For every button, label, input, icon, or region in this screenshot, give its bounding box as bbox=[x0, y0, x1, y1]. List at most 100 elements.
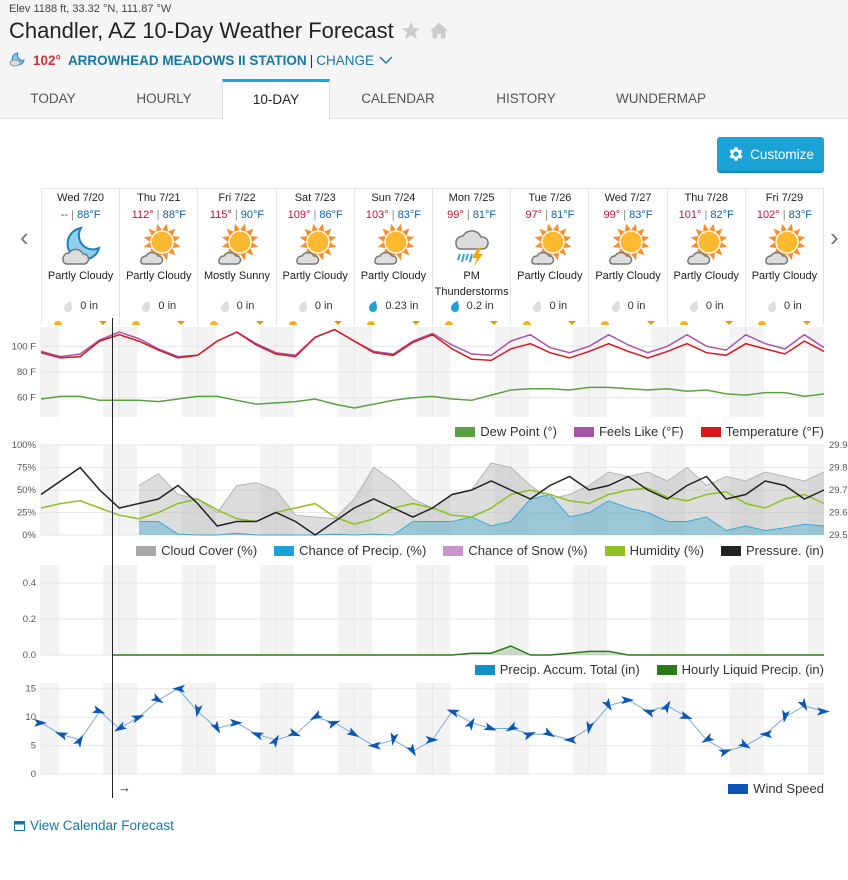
forecast-day-card[interactable]: Thu 7/21 112° | 88°F Partly Cloudy 0 in bbox=[119, 189, 197, 325]
customize-button[interactable]: Customize bbox=[717, 137, 824, 173]
card-day: Sat 7/23 bbox=[294, 192, 336, 204]
card-temps: 112° | 88°F bbox=[120, 209, 197, 221]
raindrop-icon bbox=[220, 300, 237, 312]
y2-tick-label: 29.6 bbox=[829, 508, 848, 519]
partly-cloudy-icon bbox=[277, 224, 354, 268]
legend-chance-precip[interactable]: Chance of Precip. (%) bbox=[274, 543, 426, 558]
condition-text: Partly Cloudy bbox=[673, 270, 739, 282]
y-tick-label: 25% bbox=[17, 508, 37, 519]
night-band bbox=[729, 683, 746, 774]
night-cloud-icon bbox=[9, 51, 27, 70]
legend-humidity[interactable]: Humidity (%) bbox=[604, 543, 704, 558]
legend-precip-accum[interactable]: Precip. Accum. Total (in) bbox=[474, 662, 640, 677]
forecast-day-card[interactable]: Sat 7/23 109° | 86°F Partly Cloudy 0 in bbox=[275, 189, 354, 325]
legend-cloud-cover[interactable]: Cloud Cover (%) bbox=[136, 543, 257, 558]
partly-cloudy-icon bbox=[198, 224, 275, 268]
conditions-legend: Cloud Cover (%) Chance of Precip. (%) Ch… bbox=[119, 543, 824, 558]
forecast-day-card[interactable]: Wed 7/20 -- | 88°F Partly Cloudy 0 in bbox=[41, 189, 119, 325]
card-temps: 103° | 83°F bbox=[355, 209, 432, 221]
y-tick-label: 5 bbox=[31, 741, 36, 752]
separator: | bbox=[309, 53, 314, 68]
station-name[interactable]: ARROWHEAD MEADOWS II STATION bbox=[68, 53, 307, 68]
star-icon[interactable] bbox=[400, 20, 422, 42]
legend-dew-point[interactable]: Dew Point (°) bbox=[455, 424, 557, 439]
precip-label: 0 in bbox=[627, 300, 646, 312]
night-band bbox=[651, 565, 668, 655]
legend-temperature[interactable]: Temperature (°F) bbox=[700, 424, 824, 439]
high-temp: 109° bbox=[287, 209, 311, 221]
legend-label: Temperature (°F) bbox=[725, 424, 824, 439]
card-day: Mon 7/25 bbox=[448, 192, 495, 204]
tab-history[interactable]: HISTORY bbox=[466, 79, 586, 119]
calendar-link-label: View Calendar Forecast bbox=[30, 818, 174, 833]
tab-today[interactable]: TODAY bbox=[0, 79, 106, 119]
card-day: Tue 7/26 bbox=[528, 192, 572, 204]
wind-direction-arrow bbox=[464, 717, 475, 731]
forecast-day-card[interactable]: Mon 7/25 99° | 81°F PM Thunderstorms 0.2… bbox=[432, 189, 510, 325]
night-band bbox=[808, 683, 824, 774]
view-calendar-forecast-link[interactable]: View Calendar Forecast bbox=[14, 818, 174, 833]
precip-amount: 0 in bbox=[42, 300, 119, 312]
y-tick-label: 80 F bbox=[17, 367, 36, 378]
card-temps: 99° | 83°F bbox=[589, 209, 666, 221]
legend-pressure[interactable]: Pressure. (in) bbox=[720, 543, 824, 558]
legend-wind-speed[interactable]: Wind Speed bbox=[728, 781, 824, 796]
legend-label: Wind Speed bbox=[753, 781, 824, 796]
raindrop-icon bbox=[368, 300, 385, 312]
low-temp: 88°F bbox=[77, 209, 101, 221]
high-temp: 102° bbox=[756, 209, 780, 221]
change-station-link[interactable]: CHANGE bbox=[316, 53, 374, 68]
next-arrow-icon[interactable]: › bbox=[830, 222, 839, 252]
precip-label: 0 in bbox=[784, 300, 802, 312]
swatch bbox=[136, 545, 157, 556]
night-band bbox=[338, 683, 355, 774]
card-temps: 115° | 90°F bbox=[198, 209, 275, 221]
legend-hourly-liquid[interactable]: Hourly Liquid Precip. (in) bbox=[656, 662, 824, 677]
night-band bbox=[667, 683, 686, 774]
card-temps: 101° | 82°F bbox=[668, 209, 745, 221]
card-day: Sun 7/24 bbox=[371, 192, 416, 204]
night-band bbox=[494, 565, 511, 655]
legend-feels-like[interactable]: Feels Like (°F) bbox=[573, 424, 684, 439]
precip-label: 0.23 in bbox=[385, 300, 419, 312]
night-band bbox=[181, 683, 198, 774]
legend-label: Chance of Precip. (%) bbox=[299, 543, 427, 558]
y-tick-label: 100 F bbox=[12, 341, 36, 352]
tab-bar: TODAY HOURLY 10-DAY CALENDAR HISTORY WUN… bbox=[0, 79, 848, 120]
tab-wundermap[interactable]: WUNDERMAP bbox=[586, 79, 736, 119]
forecast-cards: Wed 7/20 -- | 88°F Partly Cloudy 0 in Th… bbox=[41, 188, 825, 325]
low-temp: 86°F bbox=[319, 209, 343, 221]
night-band bbox=[651, 683, 668, 774]
high-temp: 101° bbox=[678, 209, 702, 221]
forecast-day-card[interactable]: Fri 7/29 102° | 83°F Partly Cloudy 0 in bbox=[744, 189, 825, 325]
legend-label: Precip. Accum. Total (in) bbox=[499, 662, 640, 677]
charts-area: 100 F 80 F 60 F Dew Point (°) Feels Like (… bbox=[0, 325, 848, 805]
condition-text: Mostly Sunny bbox=[203, 270, 271, 282]
night-band bbox=[259, 683, 276, 774]
chevron-down-icon[interactable] bbox=[379, 56, 393, 65]
card-day: Thu 7/28 bbox=[684, 192, 728, 204]
legend-label: Pressure. (in) bbox=[745, 543, 824, 558]
y-tick-label: 0 bbox=[31, 769, 36, 780]
night-band bbox=[197, 565, 216, 655]
night-band bbox=[275, 683, 294, 774]
forecast-day-card[interactable]: Thu 7/28 101° | 82°F Partly Cloudy 0 in bbox=[666, 189, 745, 325]
forecast-day-card[interactable]: Sun 7/24 103° | 83°F Partly Cloudy 0.23 … bbox=[353, 189, 432, 325]
night-band bbox=[354, 565, 373, 655]
legend-chance-snow[interactable]: Chance of Snow (%) bbox=[443, 543, 588, 558]
forecast-day-card[interactable]: Fri 7/22 115° | 90°F Mostly Sunny 0 in bbox=[197, 189, 275, 325]
night-band bbox=[589, 683, 608, 774]
tab-calendar[interactable]: CALENDAR bbox=[330, 79, 466, 119]
home-icon[interactable] bbox=[428, 20, 450, 42]
raindrop-icon bbox=[767, 300, 784, 312]
tab-hourly[interactable]: HOURLY bbox=[106, 79, 222, 119]
forecast-day-card[interactable]: Wed 7/27 99° | 83°F Partly Cloudy 0 in bbox=[588, 189, 666, 325]
precip-label: 0 in bbox=[80, 300, 98, 312]
condition-text: Partly Cloudy bbox=[751, 270, 818, 282]
condition-text: PM Thunderstorms bbox=[434, 270, 509, 298]
legend-label: Feels Like (°F) bbox=[598, 424, 684, 439]
prev-arrow-icon[interactable]: ‹ bbox=[20, 222, 29, 252]
tab-10-day[interactable]: 10-DAY bbox=[222, 79, 330, 120]
night-band bbox=[416, 683, 433, 774]
forecast-day-card[interactable]: Tue 7/26 97° | 81°F Partly Cloudy 0 in bbox=[510, 189, 588, 325]
